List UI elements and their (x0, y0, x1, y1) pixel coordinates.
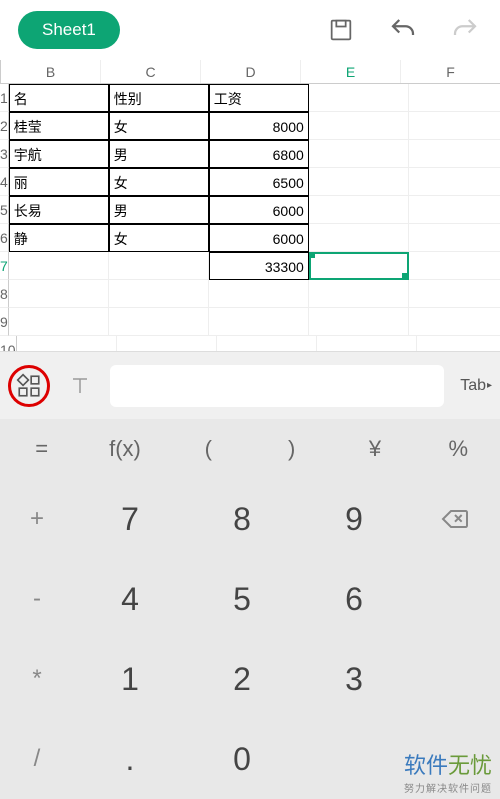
cell[interactable]: 女 (109, 224, 209, 252)
cell[interactable]: 33300 (209, 252, 309, 280)
cell[interactable] (109, 280, 209, 308)
key-equals[interactable]: = (0, 419, 83, 479)
formula-input[interactable] (110, 365, 444, 407)
row-header[interactable]: 1 (0, 84, 9, 112)
cell[interactable]: 工资 (209, 84, 309, 112)
cell[interactable]: 8000 (209, 112, 309, 140)
cell[interactable]: 6000 (209, 224, 309, 252)
spreadsheet-grid[interactable]: B C D E F 1名性别工资2桂莹女80003宇航男68004丽女65005… (0, 60, 500, 392)
key-multiply[interactable]: * (0, 639, 74, 719)
cell[interactable] (409, 196, 500, 224)
cell[interactable] (409, 140, 500, 168)
cell[interactable] (409, 168, 500, 196)
row-header[interactable]: 7 (0, 252, 9, 280)
key-9[interactable]: 9 (298, 479, 410, 559)
cell[interactable]: 6000 (209, 196, 309, 224)
cell[interactable]: 宇航 (9, 140, 109, 168)
redo-icon (448, 13, 482, 47)
cell[interactable] (309, 140, 409, 168)
cell[interactable] (309, 280, 409, 308)
key-1[interactable]: 1 (74, 639, 186, 719)
row-header[interactable]: 4 (0, 168, 9, 196)
col-header[interactable]: E (301, 60, 401, 83)
column-headers: B C D E F (0, 60, 500, 84)
row-header[interactable]: 8 (0, 280, 9, 308)
key-minus[interactable]: - (0, 559, 74, 639)
cell[interactable]: 静 (9, 224, 109, 252)
row-header[interactable]: 3 (0, 140, 9, 168)
cell[interactable] (309, 196, 409, 224)
cell[interactable] (409, 224, 500, 252)
cell[interactable] (409, 112, 500, 140)
key-4[interactable]: 4 (74, 559, 186, 639)
cell[interactable] (409, 308, 500, 336)
highlight-circle (8, 365, 50, 407)
cell[interactable]: 女 (109, 112, 209, 140)
col-header[interactable]: F (401, 60, 500, 83)
key-fx[interactable]: f(x) (83, 419, 166, 479)
cell[interactable]: 性别 (109, 84, 209, 112)
cell[interactable] (309, 224, 409, 252)
row-header[interactable]: 9 (0, 308, 9, 336)
row-header[interactable]: 5 (0, 196, 9, 224)
cell[interactable] (9, 252, 109, 280)
key-2[interactable]: 2 (186, 639, 298, 719)
cell[interactable] (409, 252, 500, 280)
row-header[interactable]: 2 (0, 112, 9, 140)
cell[interactable]: 男 (109, 196, 209, 224)
col-header[interactable]: C (101, 60, 201, 83)
key-7[interactable]: 7 (74, 479, 186, 559)
key-5[interactable]: 5 (186, 559, 298, 639)
cell[interactable] (9, 280, 109, 308)
col-header[interactable]: D (201, 60, 301, 83)
numeric-keypad: = f(x) ( ) ¥ % + 7 8 9 - 4 5 6 * 1 2 3 /… (0, 419, 500, 799)
row-header[interactable]: 6 (0, 224, 9, 252)
formula-bar: Tab▸ (0, 351, 500, 419)
key-lparen[interactable]: ( (167, 419, 250, 479)
cell[interactable]: 男 (109, 140, 209, 168)
cell[interactable]: 长易 (9, 196, 109, 224)
cell[interactable]: 女 (109, 168, 209, 196)
cell[interactable] (309, 252, 409, 280)
text-icon[interactable] (60, 366, 100, 406)
cell[interactable] (409, 280, 500, 308)
cell[interactable] (309, 168, 409, 196)
cell[interactable]: 桂莹 (9, 112, 109, 140)
watermark: 软件无忧 努力解决软件问题 (404, 748, 492, 795)
key-divide[interactable]: / (0, 719, 74, 799)
sheet-tab[interactable]: Sheet1 (18, 11, 120, 49)
cell[interactable] (209, 308, 309, 336)
key-dot[interactable]: . (74, 719, 186, 799)
cell[interactable] (309, 308, 409, 336)
save-icon[interactable] (324, 13, 358, 47)
cell[interactable] (109, 252, 209, 280)
cell[interactable] (209, 280, 309, 308)
undo-icon[interactable] (386, 13, 420, 47)
apps-icon[interactable] (11, 366, 47, 406)
cell[interactable] (309, 112, 409, 140)
cell[interactable] (109, 308, 209, 336)
key-backspace[interactable] (410, 479, 500, 559)
cell[interactable] (409, 84, 500, 112)
top-toolbar: Sheet1 (0, 0, 500, 60)
key-6[interactable]: 6 (298, 559, 410, 639)
key-yen[interactable]: ¥ (333, 419, 416, 479)
col-header[interactable]: B (1, 60, 101, 83)
key-8[interactable]: 8 (186, 479, 298, 559)
key-rparen[interactable]: ) (250, 419, 333, 479)
tab-button[interactable]: Tab▸ (454, 377, 492, 395)
cell[interactable]: 名 (9, 84, 109, 112)
key-plus[interactable]: + (0, 479, 74, 559)
cell[interactable]: 6800 (209, 140, 309, 168)
key-0[interactable]: 0 (186, 719, 298, 799)
cell[interactable]: 6500 (209, 168, 309, 196)
key-percent[interactable]: % (417, 419, 500, 479)
cell[interactable] (309, 84, 409, 112)
cell[interactable]: 丽 (9, 168, 109, 196)
key-3[interactable]: 3 (298, 639, 410, 719)
cell[interactable] (9, 308, 109, 336)
